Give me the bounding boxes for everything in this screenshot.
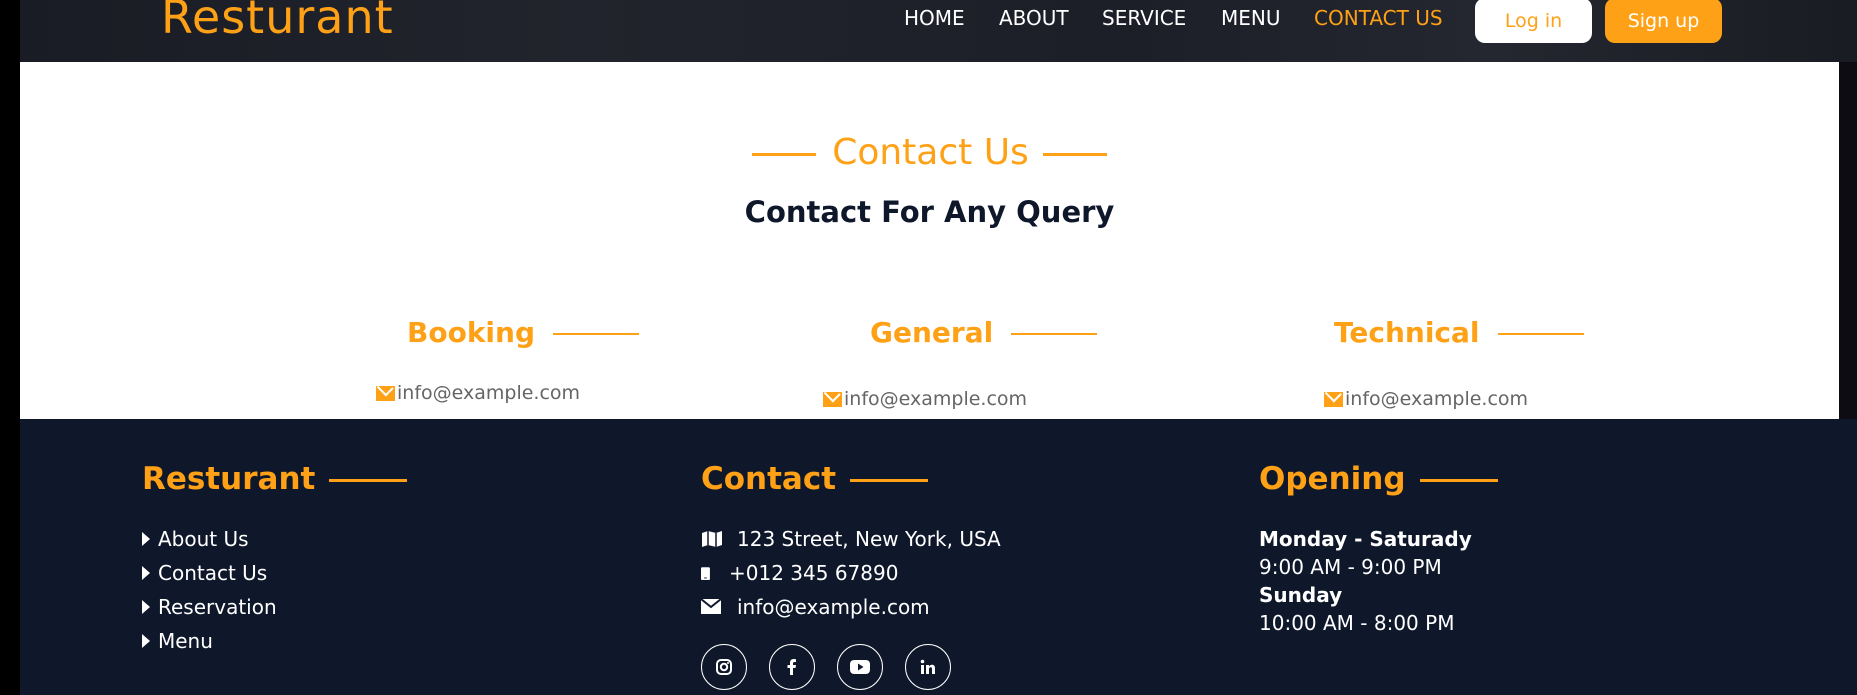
footer-opening-title-text: Opening (1259, 461, 1406, 497)
general-email-text: info@example.com (844, 388, 1028, 410)
footer-link-menu-label: Menu (158, 629, 213, 653)
footer-link-reservation[interactable]: Reservation (142, 595, 277, 619)
booking-email[interactable]: info@example.com (376, 382, 580, 404)
footer-brand-title: Resturant (142, 461, 408, 497)
contact-section: Contact Us Contact For Any Query Booking… (20, 62, 1839, 419)
phone-icon (701, 567, 710, 580)
nav-link-menu[interactable]: MENU (1221, 6, 1281, 30)
footer-contact-divider (850, 479, 929, 482)
login-button[interactable]: Log in (1475, 0, 1592, 43)
instagram-icon[interactable] (701, 644, 747, 690)
title-divider-left (752, 152, 817, 156)
technical-divider (1497, 333, 1584, 335)
footer-link-reservation-label: Reservation (158, 595, 277, 619)
envelope-icon (376, 386, 395, 401)
envelope-icon (701, 598, 722, 614)
caret-right-icon (142, 566, 150, 580)
technical-title-text: Technical (1334, 316, 1480, 349)
nav-link-home[interactable]: HOME (904, 6, 965, 30)
footer-address-text: 123 Street, New York, USA (737, 527, 1001, 551)
caret-right-icon (142, 600, 150, 614)
footer-contact-title: Contact (701, 461, 929, 497)
technical-email[interactable]: info@example.com (1324, 388, 1528, 410)
general-email[interactable]: info@example.com (823, 388, 1027, 410)
footer-opening-divider (1419, 479, 1498, 482)
booking-title: Booking (407, 316, 640, 349)
section-title: Contact Us (20, 132, 1839, 173)
general-title: General (870, 316, 1098, 349)
footer-brand-title-text: Resturant (142, 461, 316, 497)
footer-link-about[interactable]: About Us (142, 527, 249, 551)
footer-link-contact-label: Contact Us (158, 561, 268, 585)
footer-brand-divider (329, 479, 408, 482)
signup-button[interactable]: Sign up (1605, 0, 1722, 43)
brand-logo[interactable]: Resturant (161, 0, 394, 44)
footer-link-contact[interactable]: Contact Us (142, 561, 267, 585)
footer-email-text: info@example.com (737, 595, 930, 619)
technical-email-text: info@example.com (1345, 388, 1529, 410)
footer-opening-title: Opening (1259, 461, 1498, 497)
booking-email-text: info@example.com (397, 382, 581, 404)
section-title-text: Contact Us (832, 132, 1029, 173)
footer-phone-text: +012 345 67890 (729, 561, 899, 585)
title-divider-right (1042, 152, 1107, 156)
section-subtitle: Contact For Any Query (744, 195, 1115, 229)
envelope-icon (1324, 392, 1343, 407)
footer-phone: +012 345 67890 (701, 561, 898, 585)
technical-title: Technical (1334, 316, 1584, 349)
footer-contact-title-text: Contact (701, 461, 837, 497)
sunday-label: Sunday (1259, 583, 1343, 607)
booking-title-text: Booking (407, 316, 536, 349)
sunday-hours: 10:00 AM - 8:00 PM (1259, 611, 1455, 635)
caret-right-icon (142, 532, 150, 546)
nav-link-contact[interactable]: CONTACT US (1314, 6, 1443, 30)
general-divider (1011, 333, 1098, 335)
footer-link-about-label: About Us (158, 527, 249, 551)
footer: Resturant About Us Contact Us Reservatio… (20, 419, 1857, 695)
map-icon (702, 531, 722, 547)
weekday-label: Monday - Saturady (1259, 527, 1472, 551)
footer-email[interactable]: info@example.com (701, 595, 930, 619)
navbar: Resturant HOME ABOUT SERVICE MENU CONTAC… (20, 0, 1857, 62)
nav-link-about[interactable]: ABOUT (999, 6, 1069, 30)
nav-link-service[interactable]: SERVICE (1102, 6, 1186, 30)
youtube-icon[interactable] (837, 644, 883, 690)
linkedin-icon[interactable] (905, 644, 951, 690)
envelope-icon (823, 392, 842, 407)
booking-divider (553, 333, 640, 335)
facebook-icon[interactable] (769, 644, 815, 690)
footer-link-menu[interactable]: Menu (142, 629, 213, 653)
caret-right-icon (142, 634, 150, 648)
weekday-hours: 9:00 AM - 9:00 PM (1259, 555, 1442, 579)
window-frame-left (0, 0, 20, 695)
footer-address: 123 Street, New York, USA (701, 527, 1001, 551)
general-title-text: General (870, 316, 994, 349)
